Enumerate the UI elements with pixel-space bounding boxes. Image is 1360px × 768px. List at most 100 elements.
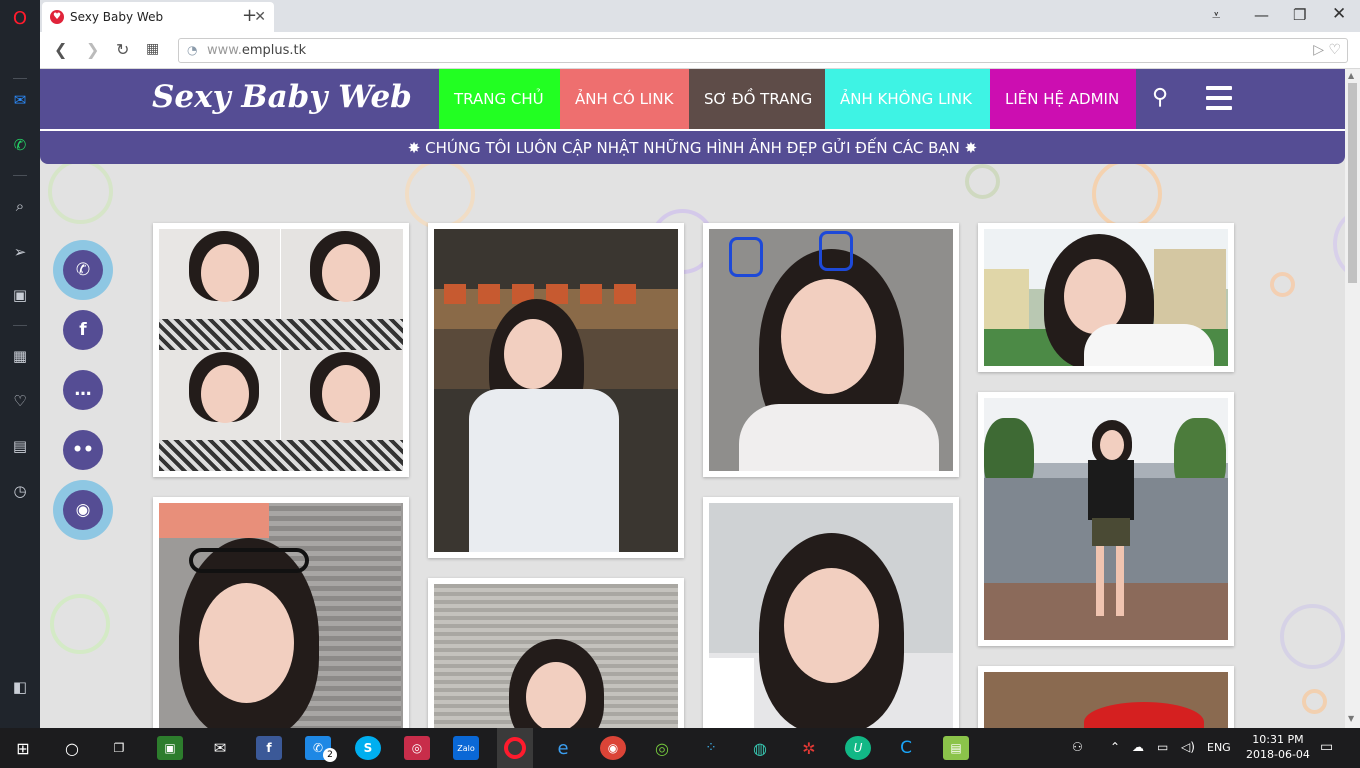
gallery-card[interactable]: [153, 223, 409, 477]
messenger-badge: 2: [323, 748, 337, 762]
decor-circle: [50, 594, 110, 654]
sidebar-toggle-icon[interactable]: ◧: [10, 677, 30, 697]
gallery-card[interactable]: [978, 392, 1234, 646]
photo: [159, 503, 403, 728]
scroll-thumb[interactable]: [1348, 83, 1357, 283]
chrome-icon[interactable]: ◉: [600, 736, 626, 760]
scroll-up-icon[interactable]: ▲: [1348, 71, 1354, 80]
menu-item-contact-admin[interactable]: LIÊN HỆ ADMIN: [990, 69, 1136, 129]
skype-icon[interactable]: S: [355, 736, 381, 760]
decor-circle: [1280, 604, 1345, 669]
sidebar-divider: [13, 175, 27, 176]
decor-circle: [1333, 209, 1345, 279]
app-leaf-icon[interactable]: ◎: [649, 736, 675, 760]
maximize-icon[interactable]: ❐: [1293, 6, 1306, 24]
forward-icon[interactable]: ❯: [86, 40, 99, 59]
clock-date: 2018-06-04: [1246, 748, 1310, 761]
app-c-icon[interactable]: C: [893, 736, 919, 760]
show-hidden-icons-icon[interactable]: ⌃: [1110, 740, 1120, 754]
gallery-card[interactable]: [153, 497, 409, 728]
menu-item-linked-images[interactable]: ẢNH CÓ LINK: [560, 69, 689, 129]
app-gear-icon[interactable]: ✲: [796, 736, 822, 760]
tabs-grid-icon[interactable]: ▦: [146, 41, 159, 57]
menu-item-unlinked-images[interactable]: ẢNH KHÔNG LINK: [825, 69, 990, 129]
app-grid-icon[interactable]: ⁘: [698, 736, 724, 760]
bookmark-heart-icon[interactable]: ♡: [1328, 42, 1341, 58]
zalo-icon[interactable]: Zalo: [453, 736, 479, 760]
onedrive-icon[interactable]: ☁: [1132, 740, 1144, 754]
chat-button[interactable]: …: [53, 360, 113, 420]
search-icon[interactable]: ⚲: [1152, 85, 1168, 110]
task-view-icon[interactable]: ❐: [106, 736, 132, 760]
system-clock[interactable]: 10:31 PM 2018-06-04: [1246, 732, 1310, 762]
whatsapp-button[interactable]: ✆: [53, 240, 113, 300]
menu-item-home[interactable]: TRANG CHỦ: [439, 69, 560, 129]
hamburger-menu-icon[interactable]: [1206, 86, 1232, 110]
decor-circle: [405, 159, 475, 229]
windows-start-icon[interactable]: ⊞: [10, 736, 36, 760]
clock-time: 10:31 PM: [1252, 733, 1304, 746]
history-icon[interactable]: ◷: [10, 481, 30, 501]
language-indicator[interactable]: ENG: [1207, 741, 1231, 754]
gallery-card[interactable]: [703, 223, 959, 477]
tab-bar: ♥ Sexy Baby Web ✕ + ⩡ — ❐ ✕: [40, 0, 1360, 32]
minimize-icon[interactable]: —: [1254, 6, 1269, 24]
site-logo[interactable]: Sexy Baby Web: [152, 79, 412, 115]
tab-title: Sexy Baby Web: [70, 10, 164, 24]
people-icon[interactable]: ⚇: [1072, 740, 1083, 754]
reload-icon[interactable]: ↻: [116, 40, 129, 59]
back-icon[interactable]: ❮: [54, 40, 67, 59]
gallery-card[interactable]: [428, 223, 684, 558]
store-icon[interactable]: ▣: [157, 736, 183, 760]
new-tab-icon[interactable]: +: [242, 5, 257, 26]
gallery-card[interactable]: [978, 223, 1234, 372]
snap-send-icon[interactable]: ▷: [1313, 42, 1324, 58]
messenger-icon[interactable]: ✉: [10, 90, 30, 110]
send-icon[interactable]: ➢: [10, 242, 30, 262]
network-icon[interactable]: ▭: [1157, 740, 1168, 754]
phone-icon: ✆: [63, 250, 103, 290]
wechat-icon: ••: [63, 430, 103, 470]
page-scrollbar[interactable]: ▲ ▼: [1345, 69, 1360, 728]
close-window-icon[interactable]: ✕: [1332, 4, 1346, 24]
cortana-icon[interactable]: ○: [59, 736, 85, 760]
gallery-card[interactable]: [428, 578, 684, 728]
volume-icon[interactable]: ◁): [1181, 740, 1195, 754]
menu-item-sitemap[interactable]: SƠ ĐỒ TRANG: [689, 69, 825, 129]
scroll-down-icon[interactable]: ▼: [1348, 714, 1354, 723]
gallery-card[interactable]: [978, 666, 1234, 728]
heart-icon[interactable]: ♡: [10, 391, 30, 411]
opera-logo-icon[interactable]: O: [10, 8, 30, 29]
instagram-icon[interactable]: ◎: [404, 736, 430, 760]
app-chart-icon[interactable]: ▤: [943, 736, 969, 760]
app-circle-icon[interactable]: ◍: [747, 736, 773, 760]
tab-menu-icon[interactable]: ⩡: [1212, 6, 1220, 24]
photo: [709, 229, 953, 471]
action-center-icon[interactable]: ▭: [1320, 739, 1333, 755]
windows-taskbar: ⊞ ○ ❐ ▣ ✉ f ✆ 2 S ◎ Zalo e ◉ ◎ ⁘ ◍ ✲ U C…: [0, 728, 1360, 768]
camera-icon[interactable]: ▣: [10, 285, 30, 305]
facebook-button[interactable]: f: [53, 300, 113, 360]
mail-icon[interactable]: ✉: [207, 736, 233, 760]
facebook-app-icon[interactable]: f: [256, 736, 282, 760]
whatsapp-icon[interactable]: ✆: [10, 135, 30, 155]
url-field[interactable]: ◔ www. emplus.tk ▷ ♡: [178, 38, 1348, 63]
edge-icon[interactable]: e: [550, 736, 576, 760]
opera-taskbar-icon[interactable]: [497, 728, 533, 768]
opera-sidebar: O ✉ ✆ ⌕ ➢ ▣ ▦ ♡ ▤ ◷ ◧: [0, 0, 40, 728]
news-icon[interactable]: ▤: [10, 436, 30, 456]
photo: [434, 584, 678, 728]
photo: [709, 503, 953, 728]
photo: [984, 229, 1228, 366]
photo: [984, 672, 1228, 728]
address-bar: ❮ ❯ ↻ ▦ ◔ www. emplus.tk ▷ ♡: [40, 32, 1360, 69]
wechat-button[interactable]: ••: [53, 420, 113, 480]
speed-meter-icon: ◔: [187, 43, 198, 57]
speed-dial-icon[interactable]: ▦: [10, 346, 30, 366]
profile-button[interactable]: ◉: [53, 480, 113, 540]
browser-tab[interactable]: ♥ Sexy Baby Web ✕: [42, 2, 274, 32]
search-icon[interactable]: ⌕: [10, 196, 30, 216]
app-u-icon[interactable]: U: [845, 736, 871, 760]
url-actions: ▷ ♡: [1313, 42, 1341, 58]
gallery-card[interactable]: [703, 497, 959, 728]
